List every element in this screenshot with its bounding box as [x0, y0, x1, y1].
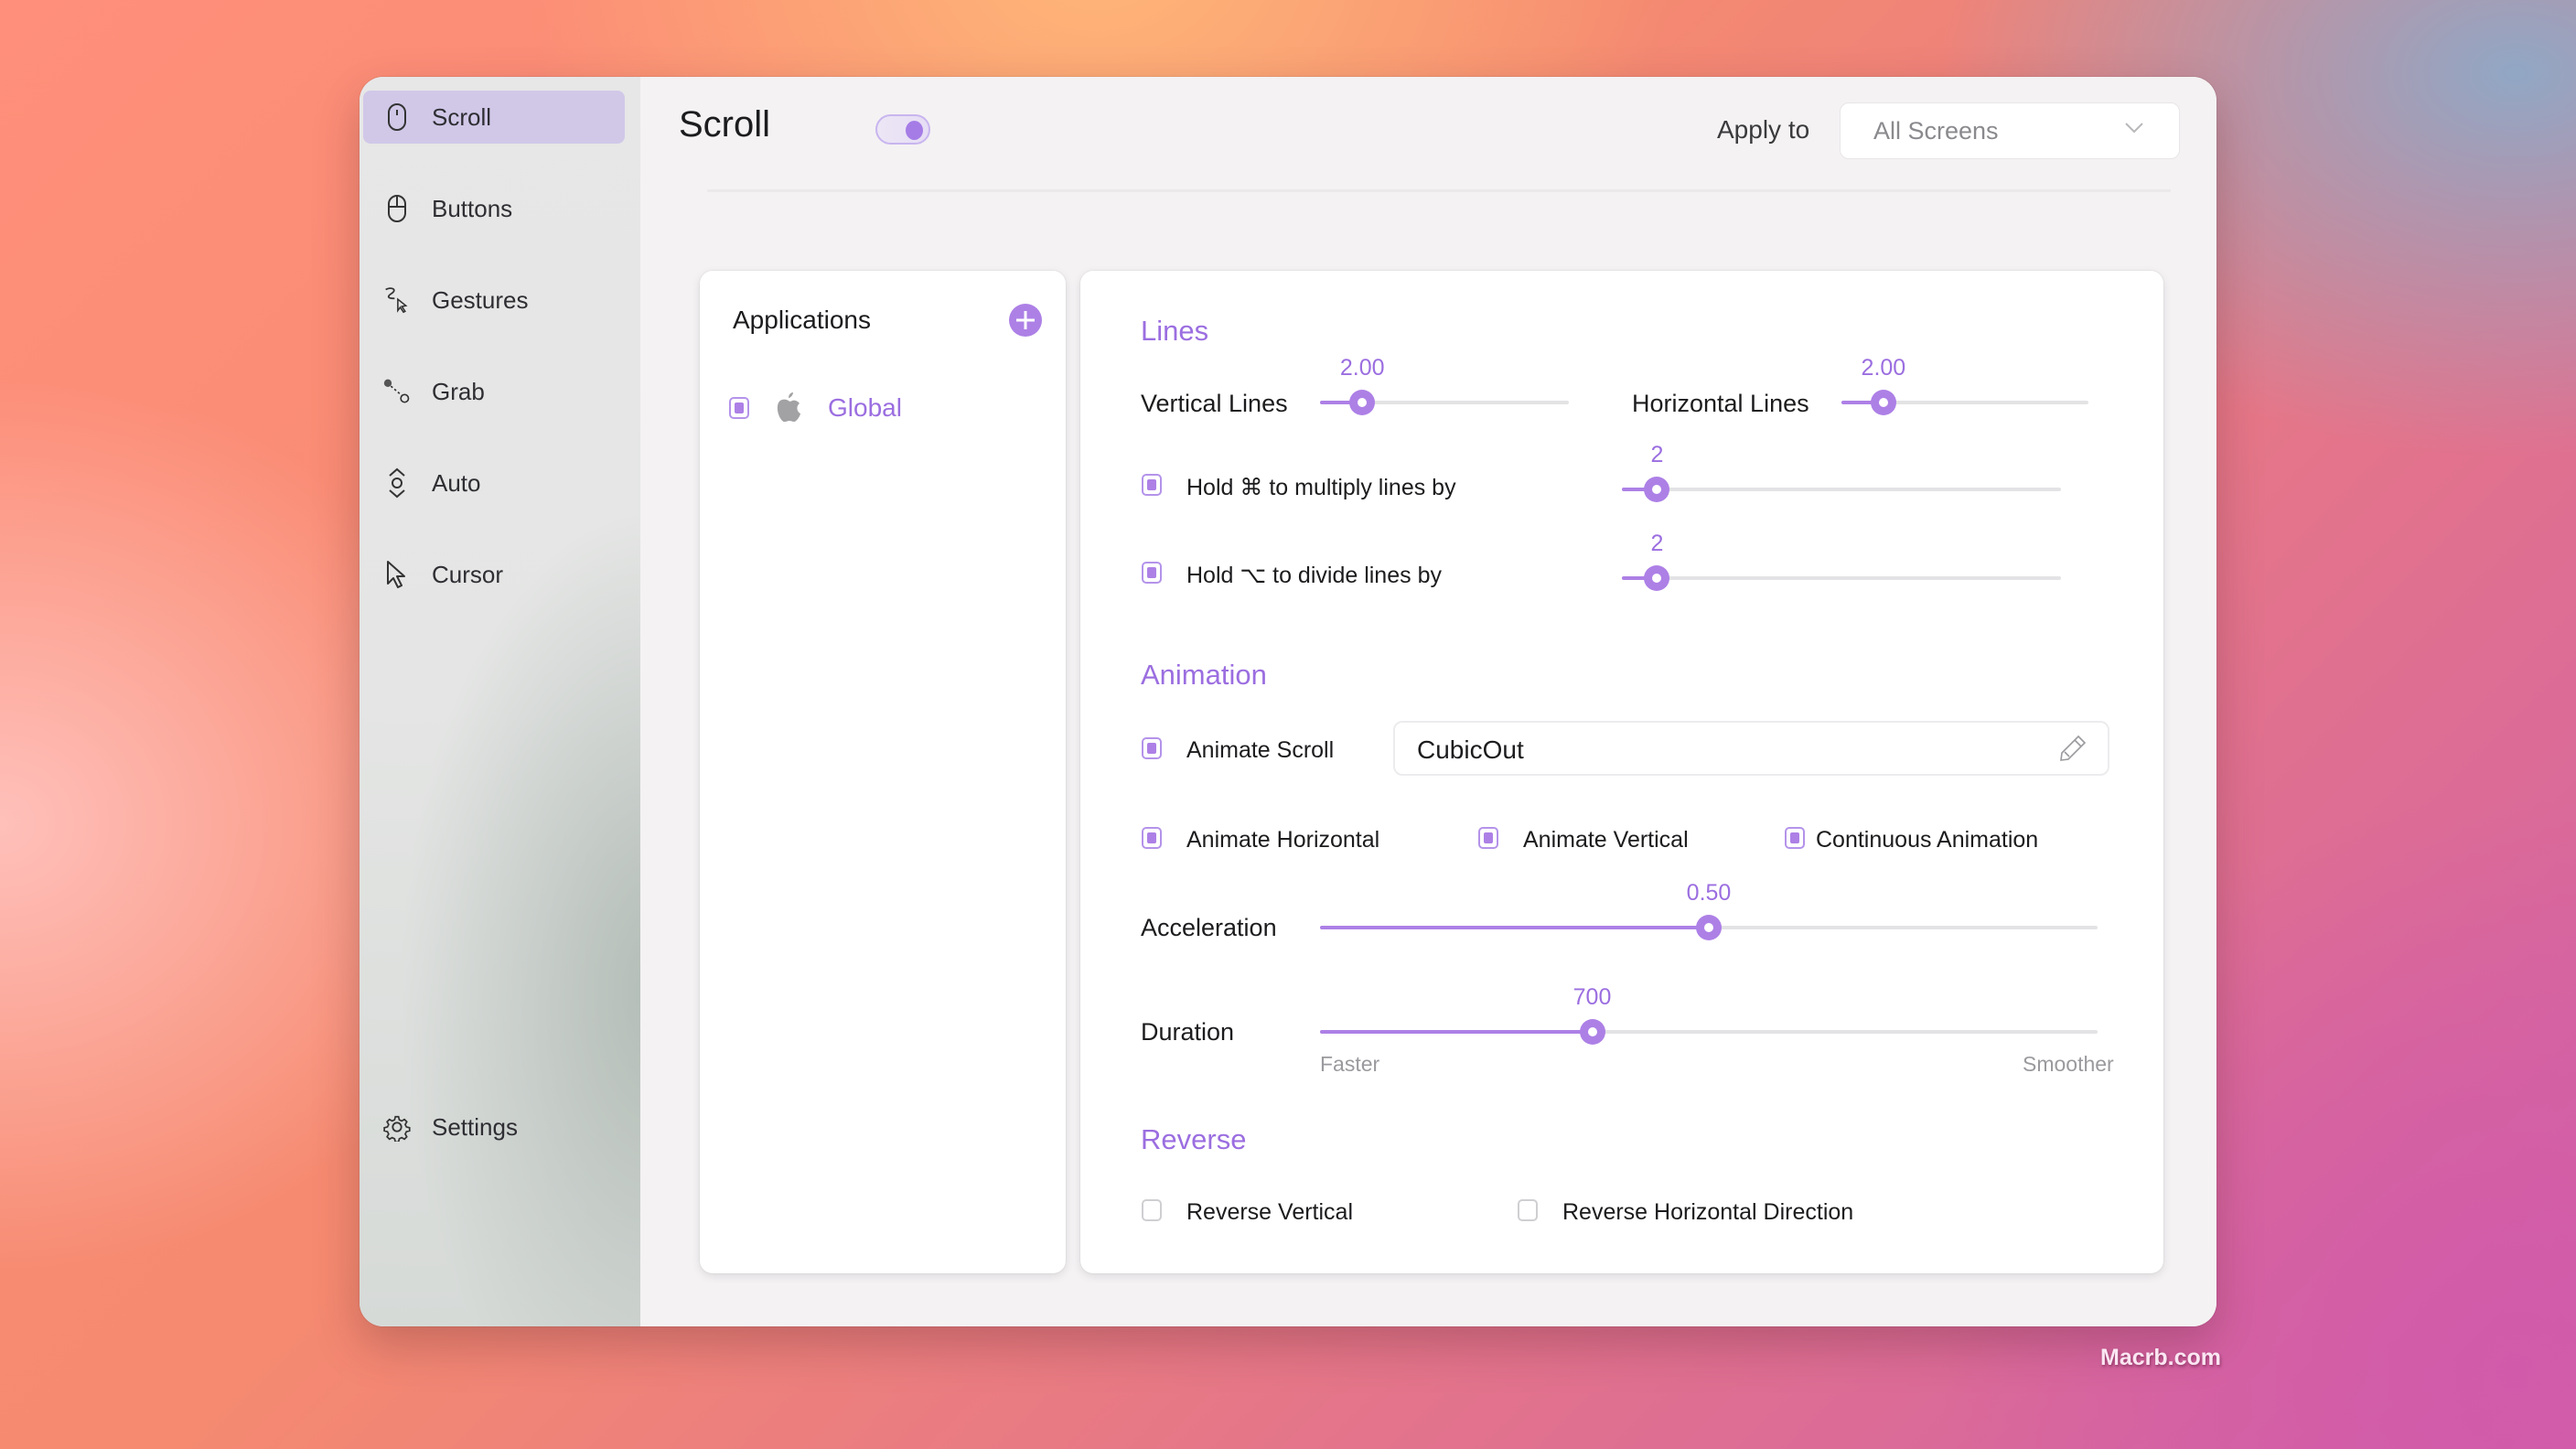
apple-icon [775, 390, 802, 429]
slider-thumb[interactable] [1696, 915, 1722, 940]
sidebar-item-cursor[interactable]: Cursor [363, 548, 625, 601]
divide-label-prefix: Hold [1186, 563, 1234, 588]
add-application-button[interactable] [1009, 304, 1042, 337]
vertical-lines-label: Vertical Lines [1141, 390, 1288, 417]
multiply-lines-slider[interactable]: 2 [1622, 442, 2061, 506]
page-title: Scroll [679, 104, 771, 145]
slider-track [1622, 576, 2061, 580]
applications-title: Applications [733, 306, 871, 334]
animate-scroll-checkbox[interactable] [1142, 737, 1162, 759]
section-title-lines: Lines [1141, 315, 1209, 347]
section-title-reverse: Reverse [1141, 1123, 1247, 1155]
gear-icon [383, 1111, 411, 1143]
sidebar-item-scroll[interactable]: Scroll [363, 91, 625, 144]
application-label: Global [828, 393, 902, 422]
animate-horizontal-checkbox[interactable] [1142, 827, 1162, 849]
apply-to-value: All Screens [1873, 117, 1999, 145]
multiply-lines-label: Hold ⌘ to multiply lines by [1186, 474, 1456, 501]
reverse-horizontal-checkbox[interactable] [1518, 1199, 1538, 1221]
apply-to-select[interactable]: All Screens [1840, 102, 2180, 159]
slider-value: 2.00 [1861, 355, 1906, 381]
slider-value: 2 [1650, 442, 1664, 467]
animate-vertical-label: Animate Vertical [1523, 827, 1689, 853]
slider-thumb[interactable] [1349, 390, 1376, 415]
vertical-lines-slider[interactable]: 2.00 [1320, 355, 1569, 419]
reverse-horizontal-label: Reverse Horizontal Direction [1562, 1199, 1854, 1225]
duration-max-hint: Smoother [2023, 1052, 2114, 1076]
applications-panel: Applications Global [700, 271, 1066, 1273]
section-title-animation: Animation [1141, 659, 1267, 691]
duration-label: Duration [1141, 1018, 1235, 1046]
gesture-icon [383, 284, 411, 316]
divide-lines-slider[interactable]: 2 [1622, 531, 2061, 595]
sidebar-item-label: Buttons [432, 194, 513, 222]
sidebar-item-settings[interactable]: Settings [363, 1100, 625, 1154]
sidebar-item-label: Auto [432, 468, 481, 497]
grab-icon [383, 376, 411, 407]
multiply-label-suffix: to multiply lines by [1269, 475, 1456, 500]
sidebar-item-auto[interactable]: Auto [363, 456, 625, 510]
animate-vertical-checkbox[interactable] [1478, 827, 1498, 849]
divide-lines-label: Hold ⌥ to divide lines by [1186, 562, 1442, 589]
sidebar-item-label: Settings [432, 1112, 518, 1141]
slider-track [1622, 488, 2061, 491]
sidebar: Scroll Buttons Gestures Grab Auto Cursor… [360, 77, 640, 1326]
multiply-lines-checkbox[interactable] [1142, 474, 1162, 496]
slider-thumb[interactable] [1579, 1019, 1605, 1045]
animate-horizontal-label: Animate Horizontal [1186, 827, 1380, 853]
chevron-down-icon [2124, 122, 2144, 139]
slider-value: 2 [1650, 531, 1664, 556]
watermark: Macrb.com [2100, 1345, 2221, 1370]
duration-min-hint: Faster [1320, 1052, 1380, 1076]
cursor-icon [383, 559, 411, 590]
easing-value: CubicOut [1417, 735, 1524, 764]
acceleration-slider[interactable]: 0.50 [1320, 880, 2098, 944]
horizontal-lines-slider[interactable]: 2.00 [1841, 355, 2088, 419]
reverse-vertical-label: Reverse Vertical [1186, 1199, 1354, 1225]
mouse-scroll-icon [383, 102, 411, 133]
reverse-vertical-checkbox[interactable] [1142, 1199, 1162, 1221]
header-divider [707, 189, 2171, 192]
slider-value: 0.50 [1686, 880, 1732, 906]
horizontal-lines-label: Horizontal Lines [1632, 390, 1809, 417]
divide-label-suffix: to divide lines by [1272, 563, 1442, 588]
slider-value: 2.00 [1339, 355, 1385, 381]
application-item-global[interactable]: Global [729, 390, 1040, 426]
continuous-animation-label: Continuous Animation [1816, 827, 2039, 853]
sidebar-item-label: Gestures [432, 285, 529, 314]
slider-thumb[interactable] [1644, 477, 1670, 502]
toggle-knob [906, 121, 923, 140]
sidebar-item-grab[interactable]: Grab [363, 365, 625, 418]
slider-thumb[interactable] [1644, 565, 1670, 591]
multiply-label-prefix: Hold [1186, 475, 1234, 500]
easing-field[interactable]: CubicOut [1393, 721, 2109, 776]
duration-slider[interactable]: 700 [1320, 984, 2098, 1048]
apply-to-label: Apply to [1717, 115, 1810, 144]
option-key-icon: ⌥ [1240, 563, 1267, 588]
slider-thumb[interactable] [1870, 390, 1896, 415]
continuous-animation-checkbox[interactable] [1785, 827, 1805, 849]
global-checkbox[interactable] [729, 397, 749, 419]
divide-lines-checkbox[interactable] [1142, 562, 1162, 584]
sidebar-item-label: Grab [432, 377, 485, 405]
scroll-settings-panel: Lines Vertical Lines 2.00 Horizontal Lin… [1080, 271, 2163, 1273]
slider-fill [1320, 1030, 1593, 1034]
auto-scroll-icon [383, 467, 411, 499]
sidebar-item-label: Scroll [432, 102, 492, 131]
sidebar-item-buttons[interactable]: Buttons [363, 182, 625, 235]
sidebar-item-gestures[interactable]: Gestures [363, 274, 625, 327]
acceleration-label: Acceleration [1141, 914, 1277, 941]
command-key-icon: ⌘ [1240, 475, 1263, 500]
slider-fill [1320, 926, 1709, 929]
animate-scroll-label: Animate Scroll [1186, 737, 1335, 763]
sidebar-item-label: Cursor [432, 560, 504, 588]
mouse-buttons-icon [383, 193, 411, 224]
main-content: Scroll Apply to All Screens Applications… [640, 77, 2216, 1326]
scroll-enabled-toggle[interactable] [875, 114, 930, 145]
pencil-icon[interactable] [2058, 734, 2088, 767]
slider-value: 700 [1572, 984, 1612, 1010]
app-window: Scroll Buttons Gestures Grab Auto Cursor… [360, 77, 2216, 1326]
